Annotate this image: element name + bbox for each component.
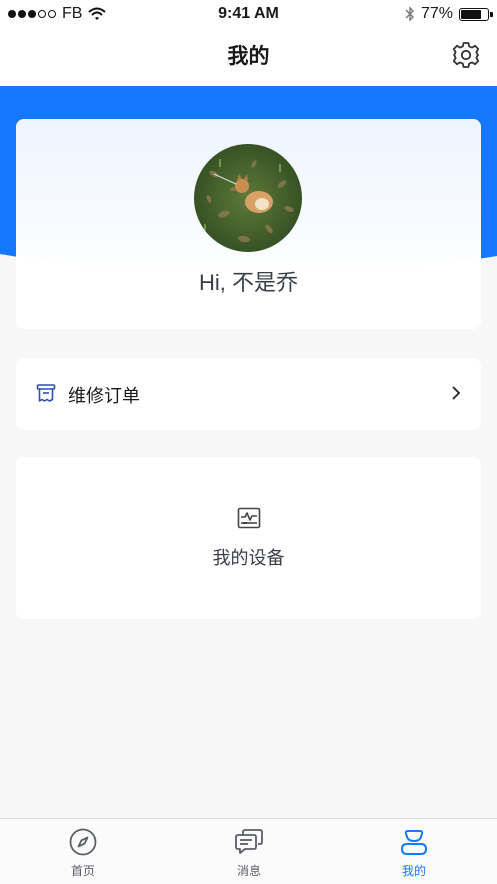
tab-messages[interactable]: 消息 [166,819,332,884]
battery-icon [459,7,493,21]
page-title: 我的 [227,45,270,68]
repair-orders-label: 维修订单 [68,386,140,406]
my-devices-label: 我的设备 [212,548,285,568]
nav-bar: 我的 [0,28,497,86]
battery-percent: 77% [420,5,453,22]
gear-icon[interactable] [451,40,481,70]
monitor-icon [237,507,261,529]
tab-home[interactable]: 首页 [0,819,166,884]
avatar-photo [194,144,302,252]
battery-area: 77% [405,5,493,23]
receipt-icon [36,384,56,402]
avatar[interactable] [194,144,302,252]
user-greeting: Hi, 不是乔 [198,270,298,295]
message-icon [235,829,263,854]
tab-messages-label: 消息 [236,864,261,878]
user-icon [400,830,428,855]
chevron-right-icon [452,386,461,400]
repair-orders-item[interactable]: 维修订单 [16,358,481,430]
my-devices-card[interactable]: 我的设备 [16,457,481,619]
compass-icon [69,828,97,856]
tab-mine-label: 我的 [401,864,426,878]
status-bar: FB 9:41 AM 77% [0,0,497,28]
tab-mine[interactable]: 我的 [331,819,497,884]
tab-bar: 首页 消息 我的 [0,818,497,884]
bluetooth-icon [405,6,414,22]
tab-home-label: 首页 [70,864,95,878]
profile-card: Hi, 不是乔 [16,119,481,329]
